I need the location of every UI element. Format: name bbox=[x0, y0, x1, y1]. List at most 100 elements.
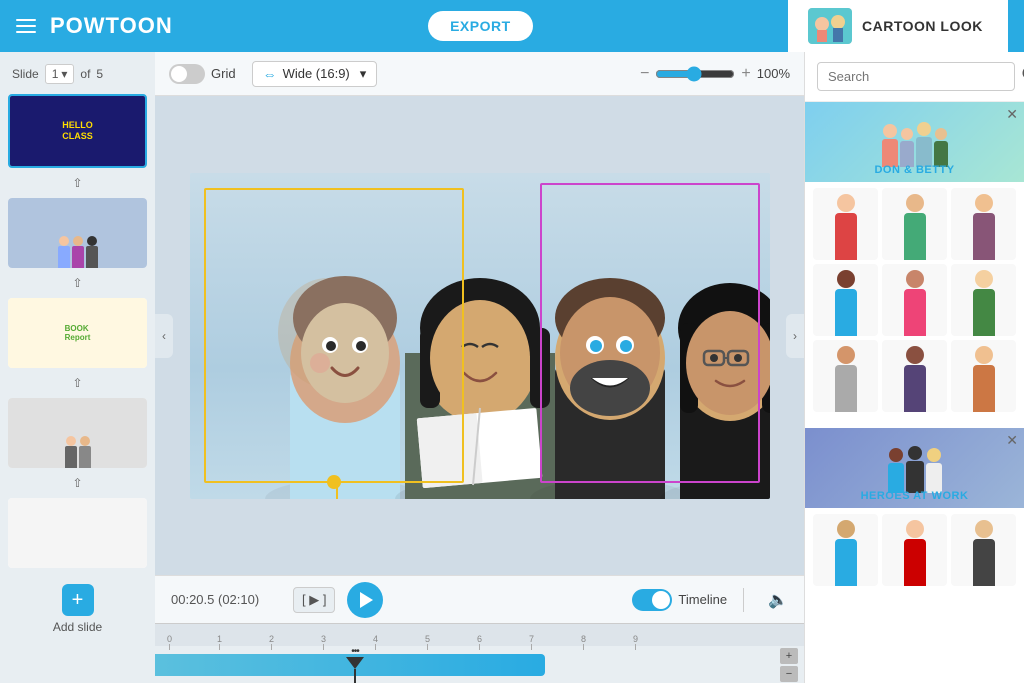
center-panel: Grid ⇔ Wide (16:9) ▾ − + 100% ‹ bbox=[155, 52, 804, 683]
slide-control: Slide 1 ▾ of 5 bbox=[8, 62, 147, 86]
slide-1-arrow[interactable]: ⇧ bbox=[8, 172, 147, 194]
time-display: 00:20.5 (02:10) bbox=[171, 592, 281, 607]
don-betty-grid bbox=[805, 182, 1024, 418]
aspect-selector[interactable]: ⇔ Wide (16:9) ▾ bbox=[252, 61, 378, 87]
slide-3-arrow[interactable]: ⇧ bbox=[8, 372, 147, 394]
char-cell-2[interactable] bbox=[882, 188, 947, 260]
slide-4-arrow[interactable]: ⇧ bbox=[8, 472, 147, 494]
heroes-grid bbox=[805, 508, 1024, 592]
char-cell-1[interactable] bbox=[813, 188, 878, 260]
hero-cell-2[interactable] bbox=[882, 514, 947, 586]
main-layout: Slide 1 ▾ of 5 HELLOCLASS ⇧ bbox=[0, 52, 1024, 683]
time-current: 00:20.5 bbox=[171, 592, 214, 607]
zoom-slider[interactable] bbox=[655, 66, 735, 82]
slide-current: 1 bbox=[52, 67, 59, 81]
don-betty-banner-chars bbox=[805, 102, 1024, 167]
char-group-don-betty: ✕ DON & BETTY bbox=[805, 102, 1024, 418]
char-cell-8[interactable] bbox=[882, 340, 947, 412]
heroes-label: HEROES AT WORK bbox=[805, 490, 1024, 502]
char-cell-6[interactable] bbox=[951, 264, 1016, 336]
timeline-toggle[interactable]: Timeline bbox=[632, 589, 727, 611]
timeline-zoom-out[interactable]: − bbox=[780, 666, 798, 682]
cartoon-look-tab[interactable]: CARTOON LOOK bbox=[788, 0, 1008, 52]
canvas-area: ‹ bbox=[155, 96, 804, 575]
hero-cell-1[interactable] bbox=[813, 514, 878, 586]
slide-number-box[interactable]: 1 ▾ bbox=[45, 64, 75, 84]
collapse-right-button[interactable]: › bbox=[786, 314, 804, 358]
zoom-plus[interactable]: + bbox=[741, 65, 750, 83]
timeline-zoom-in[interactable]: + bbox=[780, 648, 798, 664]
slide-item-4[interactable] bbox=[8, 398, 147, 468]
collapse-left-button[interactable]: ‹ bbox=[155, 314, 173, 358]
grid-label: Grid bbox=[211, 66, 236, 81]
heroes-close[interactable]: ✕ bbox=[1006, 432, 1018, 449]
char-cell-9[interactable] bbox=[951, 340, 1016, 412]
grid-toggle[interactable]: Grid bbox=[169, 64, 236, 84]
char-group-heroes: ✕ HEROES AT WORK bbox=[805, 428, 1024, 592]
don-betty-close[interactable]: ✕ bbox=[1006, 106, 1018, 123]
hamburger-menu[interactable] bbox=[16, 19, 36, 33]
right-panel: ✕ DON & BETTY bbox=[804, 52, 1024, 683]
char-cell-4[interactable] bbox=[813, 264, 878, 336]
volume-icon[interactable]: 🔈 bbox=[768, 590, 788, 610]
play-icon bbox=[360, 592, 373, 608]
playhead[interactable]: ••• bbox=[345, 646, 365, 683]
grid-toggle-track[interactable] bbox=[169, 64, 205, 84]
divider bbox=[743, 588, 744, 612]
heroes-banner[interactable]: ✕ HEROES AT WORK bbox=[805, 428, 1024, 508]
search-input[interactable] bbox=[817, 62, 1015, 91]
editor-toolbar: Grid ⇔ Wide (16:9) ▾ − + 100% bbox=[155, 52, 804, 96]
playback-bar: 00:20.5 (02:10) [ ▶ ] Timeline 🔈 bbox=[155, 575, 804, 623]
timeline-toggle-track[interactable] bbox=[632, 589, 672, 611]
timeline-track-area[interactable]: ••• + − bbox=[155, 646, 804, 683]
nav-left: POWTOON bbox=[16, 13, 173, 39]
slide-thumb-2 bbox=[8, 198, 147, 268]
search-bar bbox=[805, 52, 1024, 102]
heroes-banner-chars bbox=[805, 428, 1024, 493]
timeline-zoom-buttons: + − bbox=[780, 648, 798, 682]
app-logo: POWTOON bbox=[50, 13, 173, 39]
add-slide-button[interactable]: + Add slide bbox=[8, 576, 147, 642]
zoom-control: − + 100% bbox=[640, 65, 790, 83]
char-cell-7[interactable] bbox=[813, 340, 878, 412]
slide-thumb-5 bbox=[8, 498, 147, 568]
top-nav: POWTOON EXPORT CARTOON LOOK bbox=[0, 0, 1024, 52]
don-betty-label: DON & BETTY bbox=[805, 164, 1024, 176]
add-slide-icon: + bbox=[62, 584, 94, 616]
step-button[interactable]: [ ▶ ] bbox=[293, 587, 335, 613]
slide-dropdown-icon: ▾ bbox=[61, 67, 67, 81]
slide-thumb-1: HELLOCLASS bbox=[10, 96, 145, 166]
playhead-dots: ••• bbox=[351, 646, 359, 657]
slide-canvas[interactable] bbox=[190, 173, 770, 499]
hero-cell-3[interactable] bbox=[951, 514, 1016, 586]
char-cell-5[interactable] bbox=[882, 264, 947, 336]
slide-2-arrow[interactable]: ⇧ bbox=[8, 272, 147, 294]
char-cell-3[interactable] bbox=[951, 188, 1016, 260]
slide-thumb-4 bbox=[8, 398, 147, 468]
time-total: (02:10) bbox=[218, 592, 259, 607]
slide-item-1[interactable]: HELLOCLASS bbox=[8, 94, 147, 168]
slide-item-2[interactable] bbox=[8, 198, 147, 268]
aspect-dropdown-icon: ▾ bbox=[360, 66, 367, 82]
playhead-line bbox=[354, 669, 356, 683]
slide-thumb-3: BOOKReport bbox=[8, 298, 147, 368]
slide-of-label: of bbox=[80, 67, 90, 81]
play-button[interactable] bbox=[347, 582, 383, 618]
timeline-toggle-knob bbox=[652, 591, 670, 609]
cartoon-look-label: CARTOON LOOK bbox=[862, 18, 983, 34]
slide-item-3[interactable]: BOOKReport bbox=[8, 298, 147, 368]
slide-total: 5 bbox=[96, 67, 103, 81]
aspect-label: Wide (16:9) bbox=[283, 66, 350, 81]
export-button[interactable]: EXPORT bbox=[428, 11, 533, 41]
playhead-triangle bbox=[346, 657, 364, 669]
slide-item-5[interactable] bbox=[8, 498, 147, 568]
zoom-minus[interactable]: − bbox=[640, 65, 649, 83]
don-betty-banner[interactable]: ✕ DON & BETTY bbox=[805, 102, 1024, 182]
character-section: ✕ DON & BETTY bbox=[805, 102, 1024, 602]
zoom-value: 100% bbox=[757, 66, 790, 81]
aspect-icon: ⇔ bbox=[263, 66, 277, 82]
canvas-svg bbox=[190, 173, 770, 499]
grid-toggle-knob bbox=[171, 66, 187, 82]
slide-panel: Slide 1 ▾ of 5 HELLOCLASS ⇧ bbox=[0, 52, 155, 683]
timeline-ruler: 0 1 2 3 4 5 6 7 8 9 bbox=[155, 624, 804, 646]
